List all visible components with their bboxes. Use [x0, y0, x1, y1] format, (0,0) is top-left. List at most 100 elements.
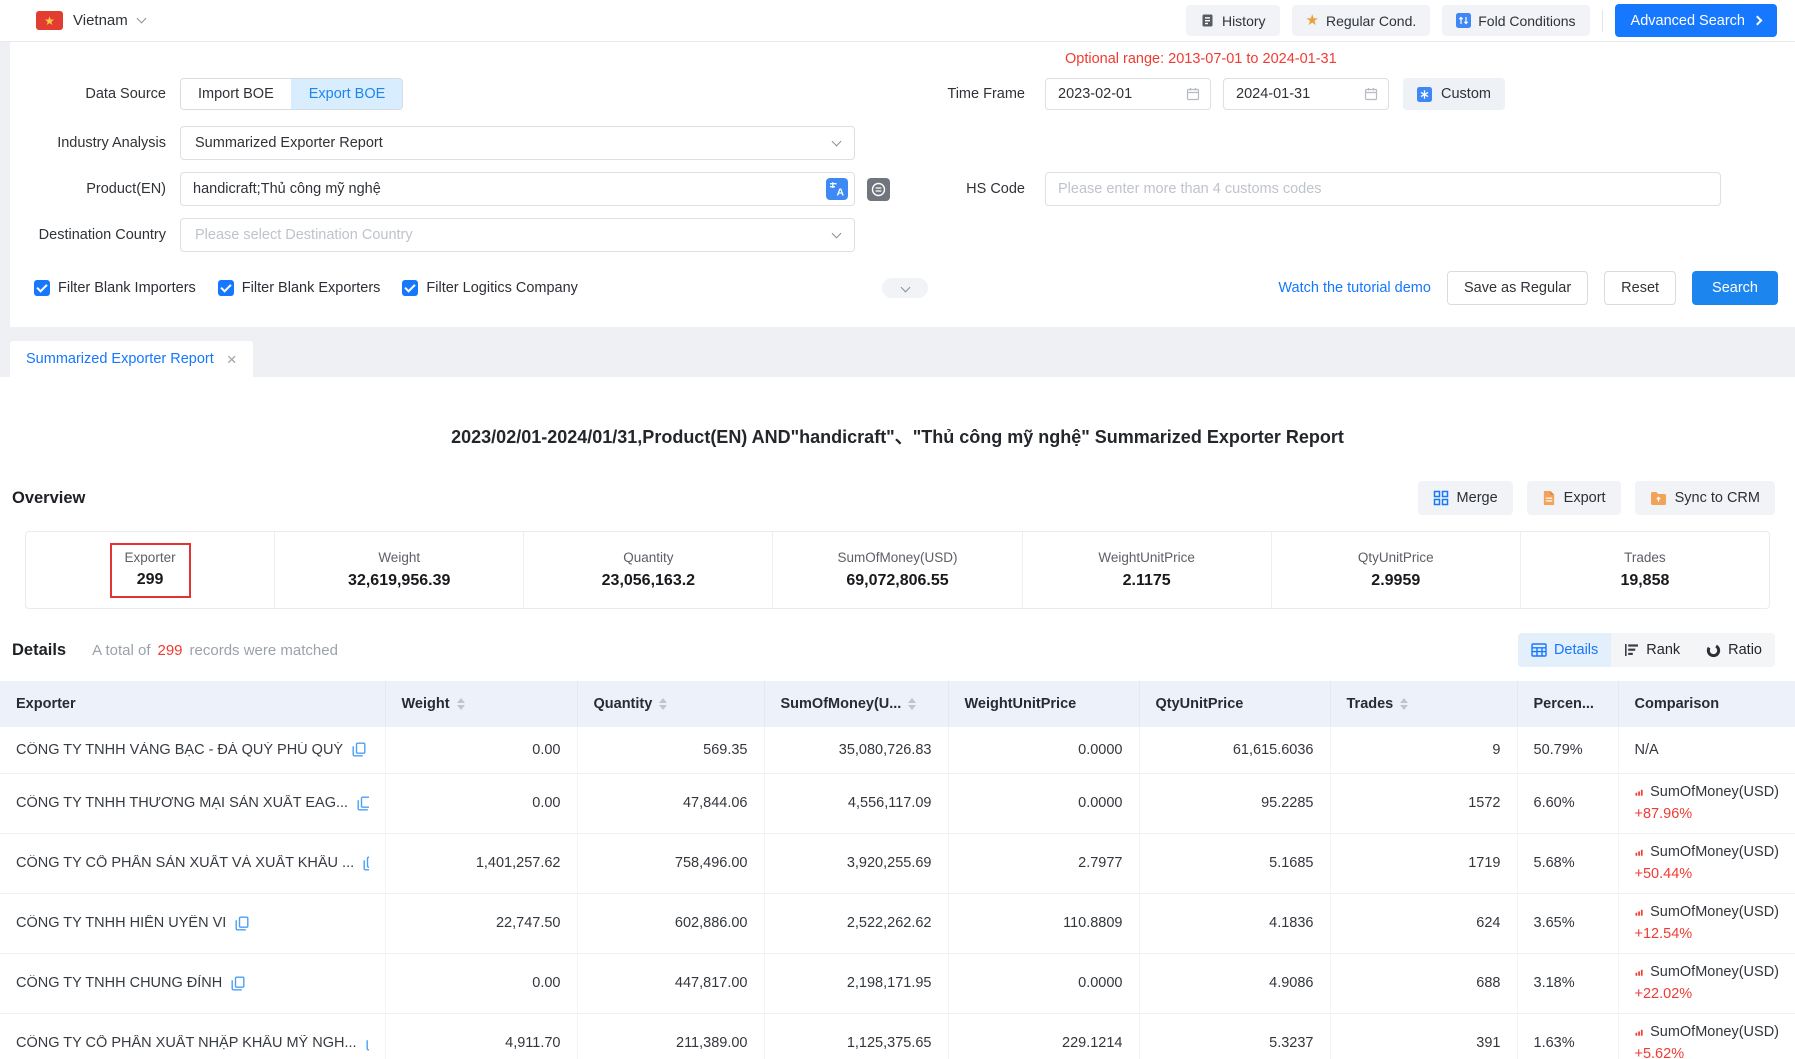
translate-icon[interactable]: A — [826, 178, 848, 200]
sort-icon[interactable] — [1400, 698, 1408, 710]
stat-exporter-highlight-box: Exporter 299 — [110, 543, 191, 598]
export-boe-option[interactable]: Export BOE — [291, 79, 403, 109]
date-to-value: 2024-01-31 — [1236, 86, 1310, 102]
date-from-input[interactable]: 2023-02-01 — [1045, 78, 1211, 110]
export-button[interactable]: Export — [1527, 481, 1621, 515]
comparison-delta: +87.96% — [1635, 803, 1780, 825]
stat-trades: Trades 19,858 — [1520, 532, 1769, 608]
history-button[interactable]: History — [1186, 5, 1280, 36]
app-window: ★ Vietnam History ★ Regular Cond. Fold C… — [0, 0, 1795, 1059]
tab-summarized-exporter-report[interactable]: Summarized Exporter Report × — [10, 341, 253, 377]
table-row[interactable]: CÔNG TY TNHH HIỀN UYÊN VI 22,747.50 602,… — [0, 893, 1795, 953]
stat-label: QtyUnitPrice — [1358, 550, 1434, 565]
growth-chart-icon — [1635, 906, 1644, 919]
view-details-button[interactable]: Details — [1518, 633, 1611, 667]
filter-blank-exporters-checkbox[interactable]: Filter Blank Exporters — [218, 280, 381, 296]
industry-analysis-select[interactable]: Summarized Exporter Report — [180, 126, 855, 160]
sort-icon[interactable] — [908, 698, 916, 710]
growth-chart-icon — [1635, 1026, 1644, 1039]
col-trades[interactable]: Trades — [1330, 681, 1517, 727]
exporter-name: CÔNG TY TNHH HIỀN UYÊN VI — [16, 915, 226, 931]
weight-unit-price-cell: 229.1214 — [948, 1013, 1139, 1059]
col-weight-unit-price: WeightUnitPrice — [948, 681, 1139, 727]
history-icon — [1200, 13, 1215, 28]
sort-icon[interactable] — [457, 698, 465, 710]
sum-of-money-cell: 35,080,726.83 — [764, 727, 948, 773]
comparison-metric: SumOfMoney(USD) — [1650, 962, 1779, 983]
overview-actions: Merge Export Sync to CRM — [1418, 481, 1775, 515]
data-source-label: Data Source — [10, 86, 180, 102]
stat-label: Quantity — [623, 550, 673, 565]
view-ratio-button[interactable]: Ratio — [1693, 633, 1775, 667]
reset-button[interactable]: Reset — [1604, 271, 1676, 305]
sync-to-crm-button[interactable]: Sync to CRM — [1635, 481, 1775, 515]
chevron-down-icon — [136, 14, 146, 24]
fold-conditions-button[interactable]: Fold Conditions — [1442, 5, 1589, 36]
quantity-cell: 447,817.00 — [577, 953, 764, 1013]
col-sum-of-money[interactable]: SumOfMoney(U... — [764, 681, 948, 727]
qty-unit-price-cell: 5.3237 — [1139, 1013, 1330, 1059]
copy-icon[interactable] — [357, 796, 368, 811]
collapse-conditions-button[interactable] — [882, 278, 928, 298]
quantity-cell: 602,886.00 — [577, 893, 764, 953]
trades-cell: 1572 — [1330, 773, 1517, 833]
qty-unit-price-cell: 61,615.6036 — [1139, 727, 1330, 773]
sum-of-money-cell: 2,198,171.95 — [764, 953, 948, 1013]
comparison-cell: SumOfMoney(USD) +22.02% — [1618, 953, 1795, 1013]
copy-icon[interactable] — [352, 742, 366, 757]
table-row[interactable]: CÔNG TY TNHH VÀNG BẠC - ĐÁ QUÝ PHÚ QUÝ 0… — [0, 727, 1795, 773]
search-actions: Watch the tutorial demo Save as Regular … — [1278, 271, 1795, 305]
copy-icon[interactable] — [363, 856, 368, 871]
regular-cond-button[interactable]: ★ Regular Cond. — [1292, 5, 1431, 36]
sort-icon[interactable] — [659, 698, 667, 710]
fold-conditions-label: Fold Conditions — [1478, 13, 1575, 29]
import-boe-option[interactable]: Import BOE — [181, 79, 291, 109]
view-details-label: Details — [1554, 642, 1598, 658]
topbar: ★ Vietnam History ★ Regular Cond. Fold C… — [0, 0, 1795, 42]
table-row[interactable]: CÔNG TY CỔ PHẦN SẢN XUẤT VÀ XUẤT KHẨU ..… — [0, 833, 1795, 893]
col-weight[interactable]: Weight — [385, 681, 577, 727]
rank-icon — [1624, 643, 1639, 657]
calendar-icon — [1186, 87, 1200, 101]
product-en-input[interactable] — [180, 172, 855, 206]
stat-label: Exporter — [125, 550, 176, 565]
comparison-cell: SumOfMoney(USD) +12.54% — [1618, 893, 1795, 953]
view-rank-label: Rank — [1646, 642, 1680, 658]
destination-country-placeholder: Please select Destination Country — [195, 227, 413, 243]
destination-country-select[interactable]: Please select Destination Country — [180, 218, 855, 252]
advanced-search-button[interactable]: Advanced Search — [1615, 4, 1777, 37]
trades-cell: 688 — [1330, 953, 1517, 1013]
sum-of-money-cell: 1,125,375.65 — [764, 1013, 948, 1059]
topbar-divider — [1602, 10, 1603, 32]
tutorial-link[interactable]: Watch the tutorial demo — [1278, 280, 1431, 296]
copy-icon[interactable] — [231, 976, 245, 991]
table-row[interactable]: CÔNG TY TNHH THƯƠNG MẠI SẢN XUẤT EAG... … — [0, 773, 1795, 833]
stat-label: WeightUnitPrice — [1098, 550, 1195, 565]
hs-code-input[interactable] — [1045, 172, 1721, 206]
copy-icon[interactable] — [235, 916, 249, 931]
search-button[interactable]: Search — [1692, 271, 1778, 305]
filter-checkbox-group: Filter Blank Importers Filter Blank Expo… — [34, 280, 578, 296]
filter-logitics-company-checkbox[interactable]: Filter Logitics Company — [402, 280, 578, 296]
merge-button[interactable]: Merge — [1418, 481, 1513, 515]
table-row[interactable]: CÔNG TY CỔ PHẦN XUẤT NHẬP KHẨU MỸ NGH...… — [0, 1013, 1795, 1059]
date-to-input[interactable]: 2024-01-31 — [1223, 78, 1389, 110]
country-selector[interactable]: ★ Vietnam — [36, 11, 145, 30]
save-as-regular-button[interactable]: Save as Regular — [1447, 271, 1588, 305]
stat-label: Weight — [378, 550, 420, 565]
view-rank-button[interactable]: Rank — [1611, 633, 1693, 667]
qty-unit-price-cell: 5.1685 — [1139, 833, 1330, 893]
stat-value: 2.9959 — [1371, 572, 1420, 590]
merge-icon — [1433, 490, 1449, 506]
date-from-value: 2023-02-01 — [1058, 86, 1132, 102]
copy-icon[interactable] — [366, 1036, 369, 1051]
percent-cell: 6.60% — [1517, 773, 1618, 833]
custom-range-button[interactable]: Custom — [1403, 78, 1505, 110]
filter-blank-importers-checkbox[interactable]: Filter Blank Importers — [34, 280, 196, 296]
col-quantity[interactable]: Quantity — [577, 681, 764, 727]
svg-text:A: A — [837, 187, 845, 199]
overview-stats-card: Exporter 299 Weight 32,619,956.39 Quanti… — [25, 531, 1770, 609]
close-icon[interactable]: × — [227, 351, 237, 368]
table-row[interactable]: CÔNG TY TNHH CHUNG ĐỈNH 0.00 447,817.00 … — [0, 953, 1795, 1013]
regular-cond-label: Regular Cond. — [1326, 13, 1416, 29]
